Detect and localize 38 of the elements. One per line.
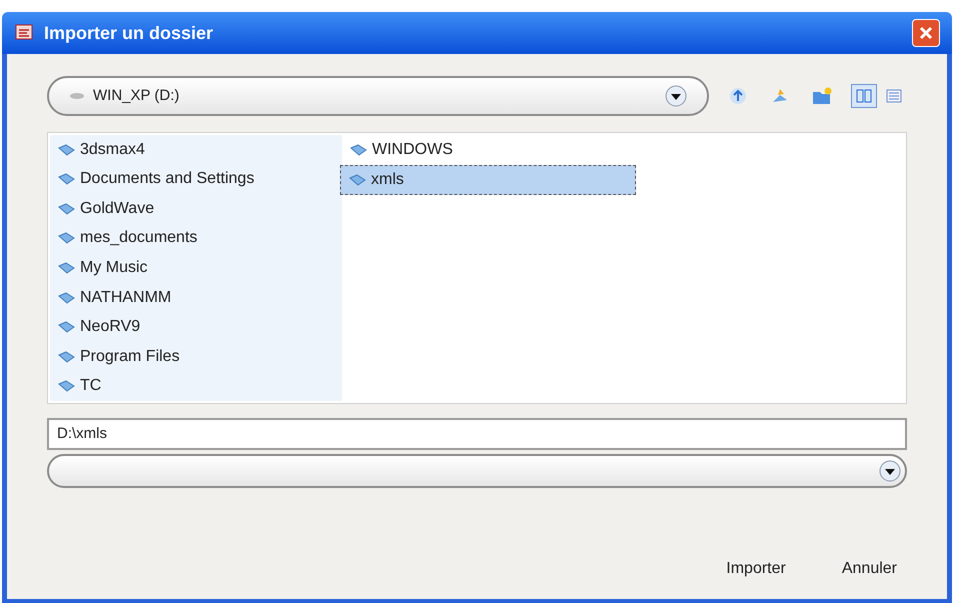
location-value: WIN_XP (D:) [93, 86, 180, 106]
close-icon [919, 26, 933, 40]
folder-icon [58, 261, 76, 276]
folder-icon [58, 231, 76, 246]
folder-icon [58, 320, 76, 334]
folder-item[interactable]: NeoRV9 [50, 312, 342, 342]
folder-icon [58, 142, 76, 157]
folder-icon [58, 172, 76, 186]
folder-item[interactable]: TC [50, 372, 342, 402]
folder-item[interactable]: Program Files [50, 342, 342, 372]
folder-icon [58, 202, 76, 216]
new-folder-icon [811, 86, 833, 106]
folder-item[interactable]: mes_documents [50, 224, 342, 254]
folder-item[interactable]: WINDOWS [342, 135, 634, 165]
folder-icon [58, 350, 76, 364]
close-button[interactable] [912, 19, 940, 47]
caret-icon [665, 85, 687, 107]
caret-icon [879, 460, 901, 482]
dialog-button[interactable]: Importer [718, 553, 794, 585]
dialog-button[interactable]: Annuler [834, 553, 905, 585]
folder-item[interactable]: NATHANMM [50, 282, 342, 312]
folder-item[interactable]: My Music [50, 253, 342, 283]
folder-item[interactable]: xmls [340, 165, 636, 195]
folder-icon [58, 379, 76, 394]
window-title: Importer un dossier [44, 22, 214, 45]
list-view-button[interactable] [851, 84, 877, 108]
location-dropdown[interactable]: WIN_XP (D:) [47, 76, 709, 116]
details-view-icon [886, 89, 902, 103]
drive-icon [69, 91, 85, 101]
folder-icon [350, 143, 368, 157]
folder-item[interactable]: Documents and Settings [50, 164, 342, 194]
folder-item[interactable]: GoldWave [50, 194, 342, 224]
folder-item[interactable]: 3dsmax4 [50, 135, 342, 165]
list-view-icon [856, 89, 872, 103]
folder-icon [349, 173, 367, 187]
filter-dropdown[interactable] [47, 454, 907, 488]
folder-icon [58, 290, 76, 305]
path-field[interactable]: D:\xmls [47, 418, 907, 450]
